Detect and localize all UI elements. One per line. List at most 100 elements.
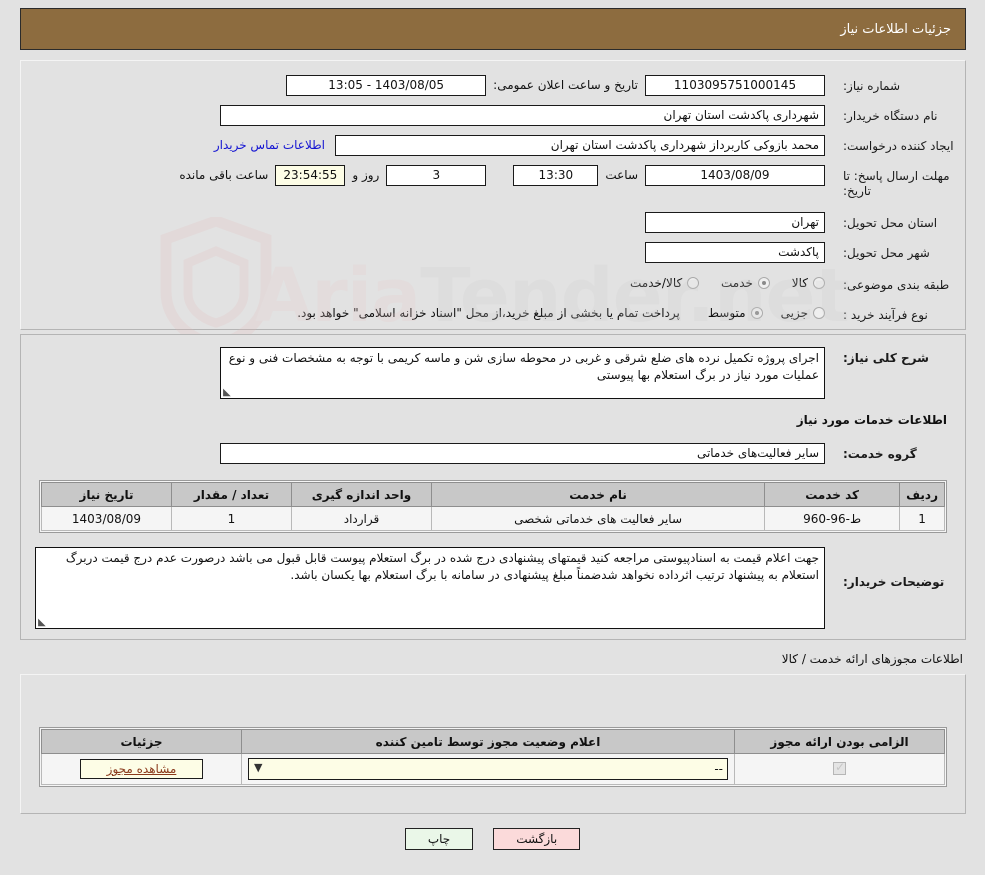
process-radio-motevaset[interactable]: متوسط [708, 306, 763, 320]
description-label: شرح کلی نیاز: [843, 351, 929, 365]
row-province: استان محل تحویل: تهران [21, 212, 965, 233]
row-requester: ایجاد کننده درخواست: محمد بازوکی کاربردا… [21, 135, 965, 156]
category-option-label-0: کالا [791, 276, 808, 290]
process-radio-jozii[interactable]: جزیی [781, 306, 825, 320]
page-title: جزئیات اطلاعات نیاز [840, 21, 951, 37]
cell-permit-detail: مشاهده مجوز [41, 753, 242, 785]
row-service-group: گروه خدمت: سایر فعالیت‌های خدماتی [21, 443, 965, 464]
permits-table-header-row: الزامی بودن ارائه مجوز اعلام وضعیت مجوز … [41, 729, 945, 754]
row-city: شهر محل تحویل: پاکدشت [21, 242, 965, 263]
resize-grip-icon[interactable]: ◢ [223, 387, 232, 398]
buyer-org-label: نام دستگاه خریدار: [843, 109, 938, 123]
description-textarea[interactable]: اجرای پروژه تکمیل نرده های ضلع شرقی و غر… [220, 347, 825, 399]
remaining-time-label: ساعت باقی مانده [179, 168, 269, 182]
description-value: اجرای پروژه تکمیل نرده های ضلع شرقی و غر… [228, 351, 819, 382]
resize-grip-icon[interactable]: ◢ [38, 617, 47, 628]
cell-permit-required [734, 753, 945, 785]
remaining-days: 3 [386, 165, 487, 186]
province-label: استان محل تحویل: [843, 216, 938, 230]
deadline-hour-label: ساعت [605, 168, 638, 182]
service-group-value: سایر فعالیت‌های خدماتی [220, 443, 825, 464]
requester-label: ایجاد کننده درخواست: [843, 139, 954, 153]
radio-selected-icon[interactable] [750, 307, 763, 319]
category-option-label-2: کالا/خدمت [630, 276, 683, 290]
process-option-label-1: متوسط [707, 306, 746, 320]
buyer-notes-label: توضیحات خریدار: [843, 575, 945, 589]
back-button[interactable]: بازگشت [493, 828, 581, 850]
cell-need-date: 1403/08/09 [41, 506, 172, 531]
cell-index: 1 [899, 506, 945, 531]
services-table-header-row: ردیف کد خدمت نام خدمت واحد اندازه گیری ت… [41, 482, 945, 507]
city-value: پاکدشت [645, 242, 825, 263]
deadline-label: مهلت ارسال پاسخ: تا تاریخ: [843, 169, 950, 198]
category-option-label-1: خدمت [721, 276, 753, 290]
col-permit-required: الزامی بودن ارائه مجوز [734, 729, 945, 754]
permits-panel: الزامی بودن ارائه مجوز اعلام وضعیت مجوز … [20, 674, 966, 814]
buyer-contact-link[interactable]: اطلاعات تماس خریدار [214, 135, 335, 156]
table-row: 1 ط-96-960 سایر فعالیت های خدماتی شخصی ق… [41, 506, 945, 531]
col-code: کد خدمت [764, 482, 901, 507]
category-label: طبقه بندی موضوعی: [843, 278, 950, 292]
cell-unit: قرارداد [291, 506, 432, 531]
permit-status-select[interactable]: -- [248, 758, 728, 780]
services-section-heading: اطلاعات خدمات مورد نیاز [796, 413, 947, 427]
requester-value: محمد بازوکی کاربرداز شهرداری پاکدشت استا… [335, 135, 825, 156]
radio-selected-icon[interactable] [757, 277, 770, 289]
buyer-notes-value: جهت اعلام قیمت به اسنادپیوستی مراجعه کنی… [65, 551, 819, 582]
radio-icon[interactable] [813, 307, 825, 319]
checkbox-checked-icon [833, 760, 846, 775]
radio-icon[interactable] [687, 277, 700, 289]
row-buyer-org: نام دستگاه خریدار: شهرداری پاکدشت استان … [21, 105, 965, 126]
deadline-date: 1403/08/09 [645, 165, 825, 186]
col-unit: واحد اندازه گیری [291, 482, 432, 507]
print-button[interactable]: چاپ [404, 828, 474, 850]
buyer-org-value: شهرداری پاکدشت استان تهران [220, 105, 825, 126]
treasury-note: پرداخت تمام یا بخشی از مبلغ خرید،از محل … [297, 306, 680, 320]
permits-table: الزامی بودن ارائه مجوز اعلام وضعیت مجوز … [41, 729, 945, 785]
process-label: نوع فرآیند خرید : [843, 308, 928, 322]
radio-icon[interactable] [813, 277, 825, 289]
city-label: شهر محل تحویل: [843, 246, 930, 260]
row-category: طبقه بندی موضوعی: کالا خدمت کالا/خدمت [21, 274, 965, 293]
cell-code: ط-96-960 [764, 506, 901, 531]
permits-table-wrap: الزامی بودن ارائه مجوز اعلام وضعیت مجوز … [39, 727, 947, 787]
col-need-date: تاریخ نیاز [41, 482, 172, 507]
province-value: تهران [645, 212, 825, 233]
services-table-wrap: ردیف کد خدمت نام خدمت واحد اندازه گیری ت… [39, 480, 947, 533]
need-number-value: 1103095751000145 [645, 75, 825, 96]
cell-permit-status: -- ▼ [241, 753, 735, 785]
permits-section-label: اطلاعات مجوزهای ارائه خدمت / کالا [781, 652, 963, 666]
buyer-notes-textarea[interactable]: جهت اعلام قیمت به اسنادپیوستی مراجعه کنی… [35, 547, 825, 629]
category-radio-kala-khedmat[interactable]: کالا/خدمت [630, 276, 700, 290]
service-group-label: گروه خدمت: [843, 447, 917, 461]
row-buyer-notes: توضیحات خریدار: جهت اعلام قیمت به اسنادپ… [21, 547, 965, 629]
category-radio-kala[interactable]: کالا [792, 276, 825, 290]
row-need-number: شماره نیاز: 1103095751000145 تاریخ و ساع… [21, 75, 965, 96]
public-announce-value: 1403/08/05 - 13:05 [286, 75, 487, 96]
need-info-panel: شماره نیاز: 1103095751000145 تاریخ و ساع… [20, 60, 966, 330]
row-description: شرح کلی نیاز: اجرای پروژه تکمیل نرده های… [21, 347, 965, 399]
services-panel: شرح کلی نیاز: اجرای پروژه تکمیل نرده های… [20, 334, 966, 640]
view-permit-button[interactable]: مشاهده مجوز [79, 759, 204, 779]
page-header: جزئیات اطلاعات نیاز [20, 8, 966, 50]
category-radio-khedmat[interactable]: خدمت [721, 276, 770, 290]
remaining-time: 23:54:55 [275, 165, 346, 186]
col-index: ردیف [899, 482, 945, 507]
services-table: ردیف کد خدمت نام خدمت واحد اندازه گیری ت… [41, 482, 945, 531]
col-permit-status: اعلام وضعیت مجوز توسط تامین کننده [241, 729, 735, 754]
cell-quantity: 1 [171, 506, 292, 531]
row-process: نوع فرآیند خرید : جزیی متوسط پرداخت تمام… [21, 304, 965, 323]
col-permit-detail: جزئیات [41, 729, 242, 754]
need-number-label: شماره نیاز: [843, 79, 900, 93]
footer-actions: بازگشت چاپ [0, 828, 985, 850]
process-option-label-0: جزیی [780, 306, 808, 320]
deadline-hour: 13:30 [513, 165, 599, 186]
col-quantity: تعداد / مقدار [171, 482, 292, 507]
remaining-days-label: روز و [352, 168, 380, 182]
col-name: نام خدمت [430, 482, 766, 507]
public-announce-label: تاریخ و ساعت اعلان عمومی: [493, 78, 638, 92]
row-deadline: مهلت ارسال پاسخ: تا تاریخ: 1403/08/09 سا… [21, 165, 965, 199]
cell-name: سایر فعالیت های خدماتی شخصی [430, 506, 766, 531]
table-row: -- ▼ مشاهده مجوز [41, 753, 945, 785]
page-root: جزئیات اطلاعات نیاز شماره نیاز: 11030957… [0, 0, 985, 875]
